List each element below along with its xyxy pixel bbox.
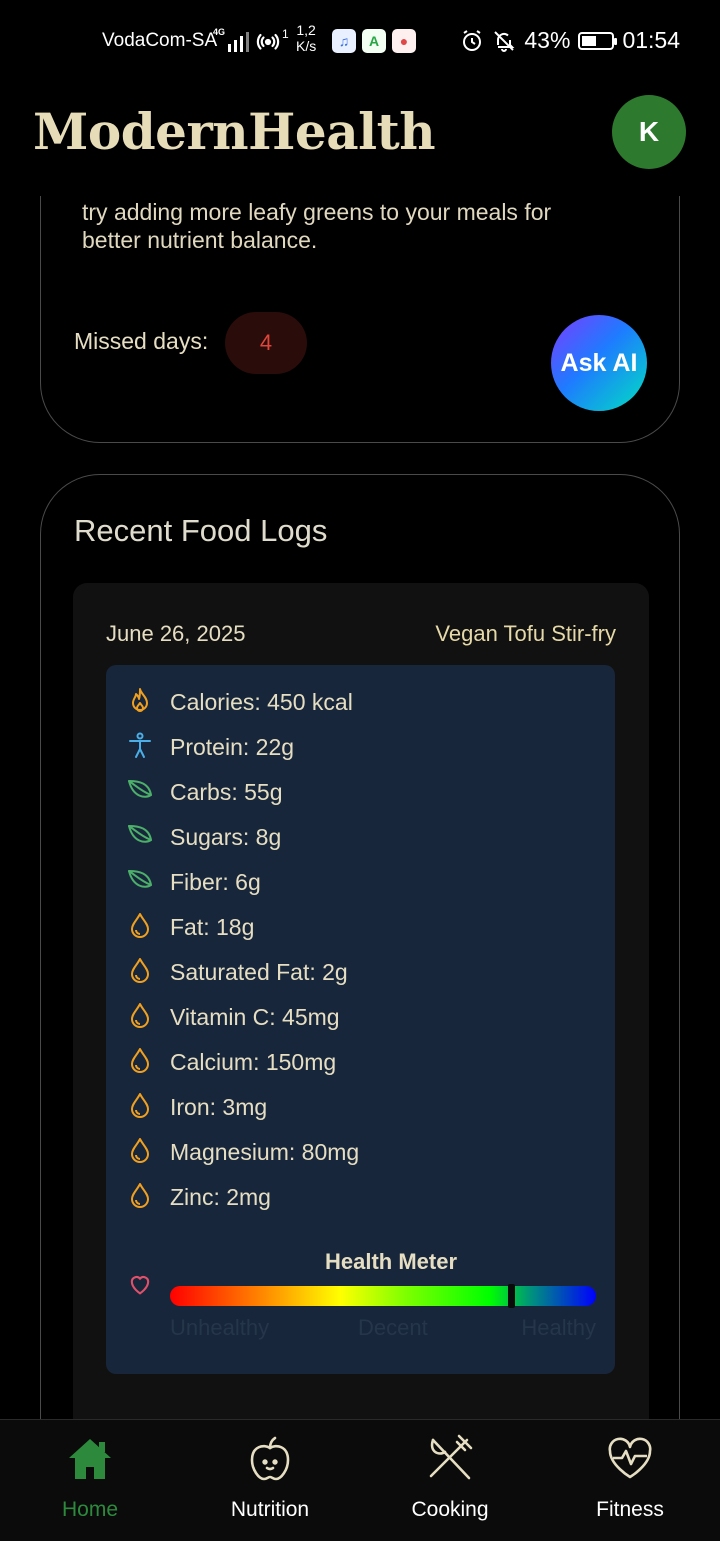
nutrient-panel: Calories: 450 kcal Protein: 22g Carbs: 55g… [106, 665, 615, 1374]
nutrient-text: Saturated Fat: 2g [170, 958, 348, 985]
health-meter-bar [170, 1284, 596, 1308]
apple-icon [250, 1436, 290, 1481]
home-icon [69, 1439, 111, 1479]
nutrient-text: Sugars: 8g [170, 823, 282, 850]
drop-icon [126, 956, 154, 989]
heart-icon [130, 1276, 150, 1295]
nav-cooking[interactable]: Cooking [375, 1430, 525, 1522]
food-logs-title: Recent Food Logs [74, 513, 328, 548]
nutrient-row: Calcium: 150mg [126, 1046, 336, 1079]
heart-pulse-icon [608, 1437, 652, 1479]
signal-icon [226, 30, 250, 52]
user-avatar[interactable]: K [612, 95, 686, 169]
nutrient-row: Zinc: 2mg [126, 1181, 271, 1214]
drop-icon [126, 1001, 154, 1034]
location-app-icon: ● [392, 29, 416, 53]
leaf-icon [126, 866, 154, 899]
nutrient-text: Protein: 22g [170, 733, 295, 760]
nutrient-row: Iron: 3mg [126, 1091, 267, 1124]
carrier-name: VodaCom-SA [102, 30, 218, 51]
nutrient-text: Zinc: 2mg [170, 1183, 271, 1210]
nutrient-row: Saturated Fat: 2g [126, 956, 348, 989]
food-log-entry[interactable]: June 26, 2025 Vegan Tofu Stir-fry Calori… [73, 583, 649, 1483]
insight-text: try adding more leafy greens to your mea… [82, 199, 552, 253]
nutrient-row: Calories: 450 kcal [126, 686, 353, 719]
health-meter-label-low: Unhealthy [170, 1315, 270, 1340]
app-header: ModernHealth K [0, 84, 720, 196]
nutrient-text: Magnesium: 80mg [170, 1138, 360, 1165]
health-meter-label-high: Healthy [521, 1315, 596, 1340]
battery-percent: 43% [524, 27, 571, 53]
health-meter-marker [507, 1284, 515, 1308]
ask-ai-button[interactable]: Ask AI [551, 315, 647, 411]
network-type: 4G [213, 27, 226, 37]
drop-icon [126, 1181, 154, 1214]
status-bar: VodaCom-SA 4G 1 1,2 K/s ♫ A ● 43% 01:54 [0, 0, 720, 84]
entry-date: June 26, 2025 [106, 621, 246, 646]
nav-nutrition[interactable]: Nutrition [195, 1430, 345, 1522]
a-app-icon: A [362, 29, 386, 53]
entry-meal-name: Vegan Tofu Stir-fry [435, 621, 616, 646]
health-meter-label-mid: Decent [358, 1315, 428, 1340]
nutrient-row: Vitamin C: 45mg [126, 1001, 340, 1034]
app-title: ModernHealth [33, 102, 436, 161]
nav-home[interactable]: Home [15, 1430, 165, 1522]
muted-bell-icon [494, 30, 515, 52]
drop-icon [126, 911, 154, 944]
health-meter-title: Health Meter [324, 1249, 458, 1274]
nutrient-text: Vitamin C: 45mg [170, 1003, 340, 1030]
hotspot-icon [256, 33, 280, 50]
music-app-icon: ♫ [332, 29, 356, 53]
food-logs-card: Recent Food Logs June 26, 2025 Vegan Tof… [40, 474, 680, 1483]
leaf-icon [126, 821, 154, 854]
nutrient-text: Calcium: 150mg [170, 1048, 337, 1075]
hotspot-count: 1 [282, 27, 289, 41]
clock: 01:54 [622, 27, 680, 53]
nutrient-text: Iron: 3mg [170, 1093, 268, 1120]
network-speed: 1,2 K/s [296, 22, 317, 54]
nutrient-text: Carbs: 55g [170, 778, 283, 805]
drop-icon [126, 1046, 154, 1079]
missed-days-label: Missed days: [74, 328, 209, 354]
drop-icon [126, 1136, 154, 1169]
nutrient-text: Fat: 18g [170, 913, 255, 940]
nutrient-row: Fat: 18g [126, 911, 254, 944]
nutrient-row: Fiber: 6g [126, 866, 261, 899]
drop-icon [126, 1091, 154, 1124]
alarm-icon [463, 29, 482, 51]
utensils-icon [429, 1434, 473, 1480]
nutrient-row: Magnesium: 80mg [126, 1136, 359, 1169]
nutrient-row: Protein: 22g [126, 731, 294, 764]
person-icon [126, 731, 154, 764]
flame-icon [126, 686, 154, 719]
battery-icon [578, 31, 618, 50]
nutrient-text: Fiber: 6g [170, 868, 261, 895]
nutrient-row: Sugars: 8g [126, 821, 281, 854]
bottom-nav: Home Nutrition Cooking Fitness [0, 1419, 720, 1541]
nav-fitness[interactable]: Fitness [555, 1430, 705, 1522]
leaf-icon [126, 776, 154, 809]
nutrient-row: Carbs: 55g [126, 776, 283, 809]
nutrient-text: Calories: 450 kcal [170, 688, 353, 715]
missed-days-badge: 4 [225, 312, 307, 374]
